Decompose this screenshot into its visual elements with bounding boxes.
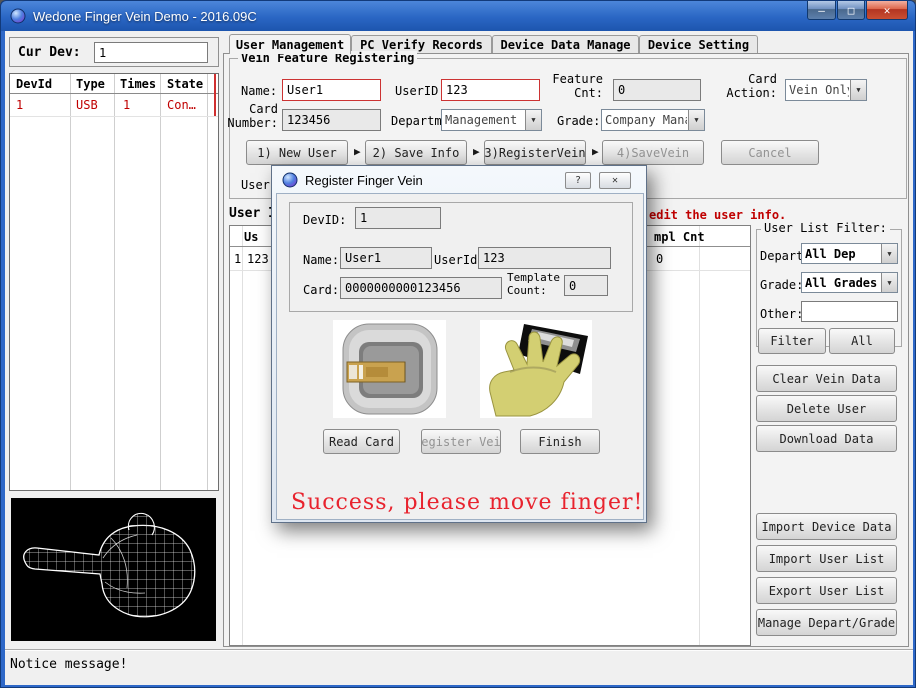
grade-label: Grade: xyxy=(557,114,600,128)
cur-dev-input[interactable]: 1 xyxy=(94,42,208,63)
dropdown-arrow-icon[interactable]: ▼ xyxy=(850,80,866,100)
device-table-header-times[interactable]: Times xyxy=(120,77,156,91)
cur-dev-label: Cur Dev: xyxy=(18,45,81,60)
device-table-header-devid[interactable]: DevId xyxy=(16,77,52,91)
dialog-userid-input[interactable]: 123 xyxy=(478,247,611,269)
card-action-label: CardAction: xyxy=(717,72,777,100)
template-count-input[interactable]: 0 xyxy=(564,275,608,296)
device-row-state[interactable]: Con… xyxy=(167,98,196,112)
finish-button[interactable]: Finish xyxy=(520,429,600,454)
grade-combo[interactable]: Company Manag ▼ xyxy=(601,109,705,131)
tab-device-data-manage[interactable]: Device Data Manage xyxy=(492,35,639,54)
user-row-col1[interactable]: 1 xyxy=(234,252,241,266)
app-icon xyxy=(10,8,26,24)
user-list-header-tmpl[interactable]: mpl Cnt xyxy=(654,230,705,244)
dialog-card-label: Card: xyxy=(303,283,339,297)
user-row-col2[interactable]: 123 xyxy=(247,252,269,266)
all-button[interactable]: All xyxy=(829,328,895,354)
window-title: Wedone Finger Vein Demo - 2016.09C xyxy=(33,9,257,24)
dialog-card-input[interactable]: 0000000000123456 xyxy=(340,277,502,299)
feature-cnt-label: FeatureCnt: xyxy=(545,72,603,100)
card-reader-image xyxy=(333,320,446,418)
user-list-title: User I xyxy=(229,206,276,221)
flow-arrow-icon: ▶ xyxy=(473,145,480,158)
dialog-body: DevID: 1 Name: User1 UserId 123 Card: 00… xyxy=(276,193,644,520)
manage-depart-grade-button[interactable]: Manage Depart/Grade xyxy=(756,609,897,636)
depart-combo[interactable]: All Dep ▼ xyxy=(801,243,898,264)
import-device-data-button[interactable]: Import Device Data xyxy=(756,513,897,540)
flow-arrow-icon: ▶ xyxy=(592,145,599,158)
name-input[interactable]: User1 xyxy=(282,79,381,101)
other-input[interactable] xyxy=(801,301,898,322)
template-count-label: TemplateCount: xyxy=(507,271,561,297)
clear-vein-data-button[interactable]: Clear Vein Data xyxy=(756,365,897,392)
user-list-hint: edit the user info. xyxy=(649,208,786,222)
dropdown-arrow-icon[interactable]: ▼ xyxy=(881,273,897,292)
status-divider xyxy=(5,650,913,651)
dialog-name-input[interactable]: User1 xyxy=(340,247,432,269)
depart-label: Depart xyxy=(760,249,803,263)
department-combo[interactable]: Management ▼ xyxy=(441,109,542,131)
userid-input[interactable]: 123 xyxy=(441,79,540,101)
filter-legend: User List Filter: xyxy=(761,221,890,235)
dialog-help-button[interactable]: ? xyxy=(565,172,591,189)
app-window: Wedone Finger Vein Demo - 2016.09C — □ ✕… xyxy=(0,0,916,688)
partial-label: User xyxy=(241,178,270,192)
filter-grade-label: Grade: xyxy=(760,278,803,292)
dialog-name-label: Name: xyxy=(303,253,339,267)
new-user-button[interactable]: 1) New User xyxy=(246,140,348,165)
export-user-list-button[interactable]: Export User List xyxy=(756,577,897,604)
cancel-button[interactable]: Cancel xyxy=(721,140,819,165)
read-card-button[interactable]: Read Card xyxy=(323,429,400,454)
device-table-header-state[interactable]: State xyxy=(167,77,203,91)
filter-grade-combo[interactable]: All Grades ▼ xyxy=(801,272,898,293)
minimize-button[interactable]: — xyxy=(807,1,836,20)
device-row-type[interactable]: USB xyxy=(76,98,98,112)
register-finger-vein-dialog: Register Finger Vein ? ✕ DevID: 1 Name: … xyxy=(271,165,647,523)
user-row-tmpl-cnt[interactable]: 0 xyxy=(656,252,663,266)
import-user-list-button[interactable]: Import User List xyxy=(756,545,897,572)
download-data-button[interactable]: Download Data xyxy=(756,425,897,452)
dialog-userid-label: UserId xyxy=(434,253,477,267)
device-table-header-type[interactable]: Type xyxy=(76,77,105,91)
name-label: Name: xyxy=(241,84,277,98)
dropdown-arrow-icon[interactable]: ▼ xyxy=(688,110,704,130)
dropdown-arrow-icon[interactable]: ▼ xyxy=(881,244,897,263)
current-device-box: Cur Dev: 1 xyxy=(9,37,219,67)
status-message: Notice message! xyxy=(10,657,127,672)
dialog-icon xyxy=(282,172,298,188)
register-vein-step-button[interactable]: 3)RegisterVein xyxy=(484,140,586,165)
filter-button[interactable]: Filter xyxy=(758,328,826,354)
dialog-devid-input[interactable]: 1 xyxy=(355,207,441,229)
register-vein-button[interactable]: Register Vein xyxy=(421,429,501,454)
user-list-header-left[interactable]: Us xyxy=(244,230,258,244)
tab-device-setting[interactable]: Device Setting xyxy=(639,35,758,54)
hand-wireframe-image xyxy=(11,498,216,641)
hand-on-scanner-image xyxy=(480,320,592,418)
device-row-devid[interactable]: 1 xyxy=(16,98,23,112)
window-controls: — □ ✕ xyxy=(807,1,908,20)
dialog-title: Register Finger Vein xyxy=(305,173,423,188)
dialog-devid-label: DevID: xyxy=(303,213,346,227)
dropdown-arrow-icon[interactable]: ▼ xyxy=(525,110,541,130)
save-info-button[interactable]: 2) Save Info xyxy=(365,140,467,165)
device-table: DevId Type Times State 1 USB 1 Con… xyxy=(9,73,219,491)
feature-cnt-input[interactable]: 0 xyxy=(613,79,701,101)
row-marker xyxy=(214,74,216,116)
card-number-label: CardNumber: xyxy=(222,102,278,130)
close-button[interactable]: ✕ xyxy=(866,1,908,20)
other-label: Other: xyxy=(760,307,803,321)
save-vein-button[interactable]: 4)SaveVein xyxy=(602,140,704,165)
delete-user-button[interactable]: Delete User xyxy=(756,395,897,422)
flow-arrow-icon: ▶ xyxy=(354,145,361,158)
dialog-status-message: Success, please move finger! xyxy=(291,490,643,515)
dialog-close-button[interactable]: ✕ xyxy=(599,172,631,189)
tab-user-management[interactable]: User Management xyxy=(229,34,351,54)
userid-label: UserID: xyxy=(395,84,446,98)
card-number-input[interactable]: 123456 xyxy=(282,109,381,131)
maximize-button[interactable]: □ xyxy=(837,1,865,20)
card-action-combo[interactable]: Vein Only ▼ xyxy=(785,79,867,101)
device-row-times[interactable]: 1 xyxy=(123,98,130,112)
title-bar: Wedone Finger Vein Demo - 2016.09C — □ ✕ xyxy=(1,1,916,31)
